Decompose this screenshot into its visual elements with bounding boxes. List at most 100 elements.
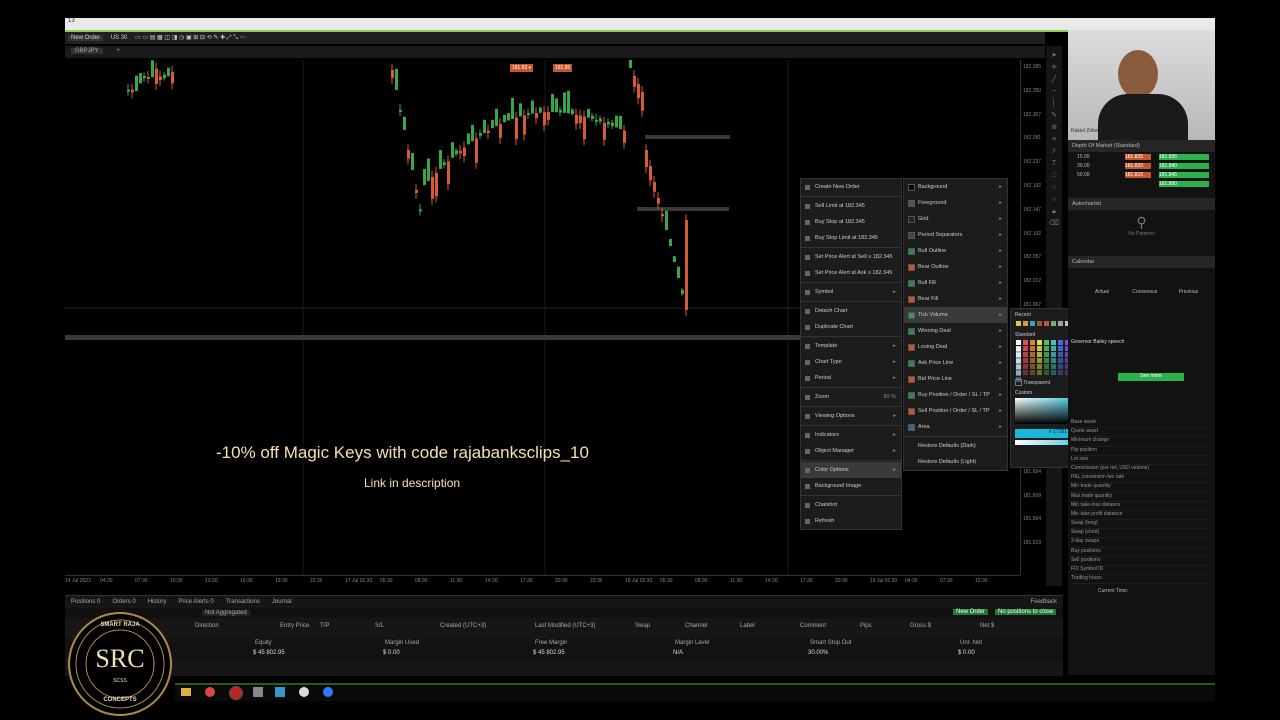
standard-color-swatch[interactable] [1037,364,1042,369]
recent-color-swatch[interactable] [1044,321,1049,326]
standard-color-swatch[interactable] [1016,340,1021,345]
chrome-icon[interactable] [205,687,215,697]
standard-color-swatch[interactable] [1016,377,1021,382]
color-option-item[interactable]: Bull Fill ▸ [904,275,1007,291]
column-header[interactable]: Created (UTC+3) [440,623,486,629]
standard-color-swatch[interactable] [1051,364,1056,369]
standard-color-swatch[interactable] [1058,346,1063,351]
color-option-item[interactable]: Foreground ▸ [904,195,1007,211]
context-menu-item[interactable]: Color Options ▸ [801,462,901,478]
aggregation-select[interactable]: Not Aggregated [202,610,250,616]
standard-color-swatch[interactable] [1058,358,1063,363]
channel-icon[interactable]: ⫽ [1046,146,1062,158]
column-header[interactable]: Entry Price [280,623,309,629]
standard-color-swatch[interactable] [1023,370,1028,375]
toolbar-icons[interactable]: ▭ ▭ ▤ ▦ ◫ ◨ ◷ ▣ ⊞ ⊟ ⟲ ✎ ✚ ⤢ ⤡ ⋯ [135,34,246,42]
zoom-icon[interactable]: ⊕ [1046,122,1062,134]
standard-color-swatch[interactable] [1037,346,1042,351]
column-header[interactable]: Net $ [980,623,994,629]
context-menu-item[interactable]: Set Price Alert at Ask ≥ 182.345 [801,265,901,281]
standard-color-swatch[interactable] [1023,352,1028,357]
column-header[interactable]: Label [740,623,755,629]
color-option-item[interactable]: Buy Position / Order / SL / TP ▸ [904,387,1007,403]
standard-color-swatch[interactable] [1051,340,1056,345]
hline-icon[interactable]: ─ [1046,86,1062,98]
time-axis[interactable]: 14 Jul 2023 04:30 07:30 10:30 13:30 16:30 19:3… [65,575,1020,586]
color-option-item[interactable]: Ask Price Line ▸ [904,355,1007,371]
standard-color-swatch[interactable] [1058,370,1063,375]
context-menu-item[interactable]: Sell Limit at 182.345 [801,198,901,214]
standard-color-swatch[interactable] [1044,352,1049,357]
color-option-item[interactable]: Restore Defaults (Light) [904,454,1007,470]
color-option-item[interactable]: Sell Position / Order / SL / TP ▸ [904,403,1007,419]
standard-color-swatch[interactable] [1030,346,1035,351]
context-menu-item[interactable]: Refresh [801,513,901,529]
add-tab-button[interactable]: + [116,48,120,54]
standard-color-swatch[interactable] [1016,352,1021,357]
close-all-button[interactable]: No positions to close [995,609,1057,615]
circle-icon[interactable]: ○ [1046,182,1062,194]
context-menu-item[interactable]: Detach Chart [801,303,901,319]
recent-color-swatch[interactable] [1037,321,1042,326]
color-option-item[interactable]: Bid Price Line ▸ [904,371,1007,387]
context-menu-item[interactable]: Chatshot [801,497,901,513]
context-menu-item[interactable]: Period ▸ [801,370,901,386]
standard-color-swatch[interactable] [1037,358,1042,363]
column-header[interactable]: Comment [800,623,826,629]
context-menu-item[interactable]: Chart Type ▸ [801,354,901,370]
context-menu-item[interactable]: Indicators ▸ [801,427,901,443]
standard-color-swatch[interactable] [1044,358,1049,363]
vline-icon[interactable]: │ [1046,98,1062,110]
recent-color-swatch[interactable] [1058,321,1063,326]
recent-color-swatch[interactable] [1051,321,1056,326]
standard-color-swatch[interactable] [1051,358,1056,363]
tab-chart-symbol[interactable]: GBPJPY [71,48,103,54]
standard-color-swatch[interactable] [1058,364,1063,369]
color-option-item[interactable]: Grid ▸ [904,211,1007,227]
context-menu-item[interactable]: Template ▸ [801,338,901,354]
color-option-item[interactable]: Period Separators ▸ [904,227,1007,243]
standard-color-swatch[interactable] [1030,358,1035,363]
standard-color-swatch[interactable] [1016,358,1021,363]
color-option-item[interactable]: Bull Outline ▸ [904,243,1007,259]
depth-row[interactable]: 50.00 181.815 181.845 [1071,172,1212,181]
depth-row[interactable]: 181.850 [1071,181,1212,190]
app-icon[interactable] [229,686,243,700]
context-menu-item[interactable]: Object Manager ▸ [801,443,901,459]
fib-icon[interactable]: ≡ [1046,134,1062,146]
context-menu-item[interactable]: Create New Order [801,179,901,195]
standard-color-swatch[interactable] [1023,358,1028,363]
column-header[interactable]: S/L [375,623,384,629]
column-header[interactable]: Pips [860,623,872,629]
crosshair-icon[interactable]: ✛ [1046,62,1062,74]
color-option-item[interactable]: Area ▸ [904,419,1007,435]
color-option-item[interactable]: Bear Fill ▸ [904,291,1007,307]
trade-tab[interactable]: Positions 0 [71,599,100,605]
column-header[interactable]: Swap [635,623,650,629]
standard-color-swatch[interactable] [1044,340,1049,345]
standard-color-swatch[interactable] [1051,346,1056,351]
context-menu-item[interactable]: Viewing Options ▸ [801,408,901,424]
see-more-button[interactable]: See more [1118,373,1184,381]
app2-icon[interactable] [253,687,263,697]
context-menu-item[interactable]: Background Image [801,478,901,494]
color-option-item[interactable]: Bear Outline ▸ [904,259,1007,275]
context-menu-item[interactable]: Buy Stop at 182.345 [801,214,901,230]
standard-color-swatch[interactable] [1037,340,1042,345]
standard-color-swatch[interactable] [1030,352,1035,357]
magnet-icon[interactable]: ∩ [1046,194,1062,206]
line-icon[interactable]: ╱ [1046,74,1062,86]
cursor-icon[interactable]: ➤ [1046,50,1062,62]
column-header[interactable]: Channel [685,623,707,629]
standard-color-swatch[interactable] [1051,352,1056,357]
standard-color-swatch[interactable] [1023,346,1028,351]
column-header[interactable]: T/P [320,623,329,629]
context-menu-item[interactable]: Symbol ▸ [801,284,901,300]
new-order-button-bottom[interactable]: New Order [953,609,989,615]
trash-icon[interactable]: ⌫ [1046,218,1062,230]
promo-subline[interactable]: Link in description [364,476,460,490]
standard-color-swatch[interactable] [1051,370,1056,375]
shape-icon[interactable]: □ [1046,170,1062,182]
column-header[interactable]: Last Modified (UTC+3) [535,623,596,629]
trade-tab[interactable]: Price Alerts 0 [178,599,213,605]
